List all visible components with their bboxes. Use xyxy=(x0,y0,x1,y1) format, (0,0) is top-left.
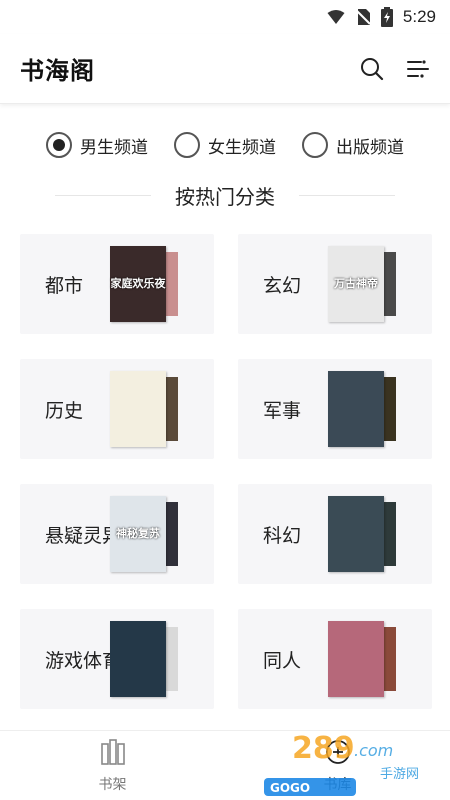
bottom-nav: 书架 书库 xyxy=(0,730,450,800)
search-icon[interactable] xyxy=(360,57,384,81)
category-label: 同人 xyxy=(263,649,302,672)
category-card-kehuan[interactable]: 科幻 xyxy=(238,484,432,584)
cover-title: 神秘复苏 xyxy=(116,526,160,540)
cover-stack: 家庭欢乐夜 xyxy=(110,246,190,322)
channel-female[interactable]: 女生频道 xyxy=(174,132,276,158)
wifi-icon xyxy=(327,9,345,25)
category-grid: 都市 家庭欢乐夜 玄幻 万古神帝 历史 军事 悬疑灵异 神秘复苏 科幻 游戏体育… xyxy=(20,234,432,709)
library-icon xyxy=(324,738,352,770)
channel-label: 男生频道 xyxy=(80,137,148,158)
radio-unchecked-icon[interactable] xyxy=(302,132,328,158)
status-time: 5:29 xyxy=(402,7,436,26)
cover-title: 家庭欢乐夜 xyxy=(110,276,166,290)
book-cover xyxy=(328,496,384,572)
status-bar: 5:29 xyxy=(0,0,450,34)
category-label: 科幻 xyxy=(263,524,302,547)
cover-stack: 万古神帝 xyxy=(328,246,408,322)
book-cover xyxy=(328,621,384,697)
cover-stack xyxy=(110,621,190,697)
radio-checked-icon[interactable] xyxy=(46,132,72,158)
menu-icon[interactable] xyxy=(406,57,430,81)
category-card-lishi[interactable]: 历史 xyxy=(20,359,214,459)
book-cover: 神秘复苏 xyxy=(110,496,166,572)
category-label: 都市 xyxy=(45,274,84,297)
channel-selector: 男生频道 女生频道 出版频道 xyxy=(0,128,450,162)
category-card-tongren[interactable]: 同人 xyxy=(238,609,432,709)
bookshelf-icon xyxy=(100,738,126,770)
channel-label: 女生频道 xyxy=(208,137,276,158)
nav-label: 书库 xyxy=(323,776,352,793)
cover-stack: 神秘复苏 xyxy=(110,496,190,572)
section-heading: 按热门分类 xyxy=(0,178,450,212)
category-label: 历史 xyxy=(45,399,84,422)
channel-publish[interactable]: 出版频道 xyxy=(302,132,404,158)
radio-unchecked-icon[interactable] xyxy=(174,132,200,158)
book-cover xyxy=(110,621,166,697)
cover-stack xyxy=(328,371,408,447)
cover-stack xyxy=(110,371,190,447)
category-card-youxi[interactable]: 游戏体育 xyxy=(20,609,214,709)
cover-stack xyxy=(328,621,408,697)
section-title-text: 按热门分类 xyxy=(175,184,275,209)
category-label: 玄幻 xyxy=(263,274,302,297)
nav-label: 书架 xyxy=(98,776,127,793)
category-card-dushi[interactable]: 都市 家庭欢乐夜 xyxy=(20,234,214,334)
channel-label: 出版频道 xyxy=(336,137,404,158)
app-title: 书海阁 xyxy=(20,57,95,85)
channel-male[interactable]: 男生频道 xyxy=(46,132,148,158)
nav-library[interactable]: 书库 xyxy=(225,731,450,800)
cover-stack xyxy=(328,496,408,572)
cover-title: 万古神帝 xyxy=(334,276,378,290)
book-cover xyxy=(110,371,166,447)
divider-right xyxy=(299,194,395,196)
no-sim-icon xyxy=(355,8,371,26)
app-header: 书海阁 xyxy=(0,34,450,104)
book-cover: 家庭欢乐夜 xyxy=(110,246,166,322)
category-card-xuanhuan[interactable]: 玄幻 万古神帝 xyxy=(238,234,432,334)
category-card-xuanyi[interactable]: 悬疑灵异 神秘复苏 xyxy=(20,484,214,584)
category-card-junshi[interactable]: 军事 xyxy=(238,359,432,459)
book-cover xyxy=(328,371,384,447)
divider-left xyxy=(55,194,151,196)
header-actions xyxy=(360,57,430,81)
category-label: 军事 xyxy=(263,399,302,422)
battery-charging-icon xyxy=(380,7,393,27)
nav-bookshelf[interactable]: 书架 xyxy=(0,731,225,800)
book-cover: 万古神帝 xyxy=(328,246,384,322)
